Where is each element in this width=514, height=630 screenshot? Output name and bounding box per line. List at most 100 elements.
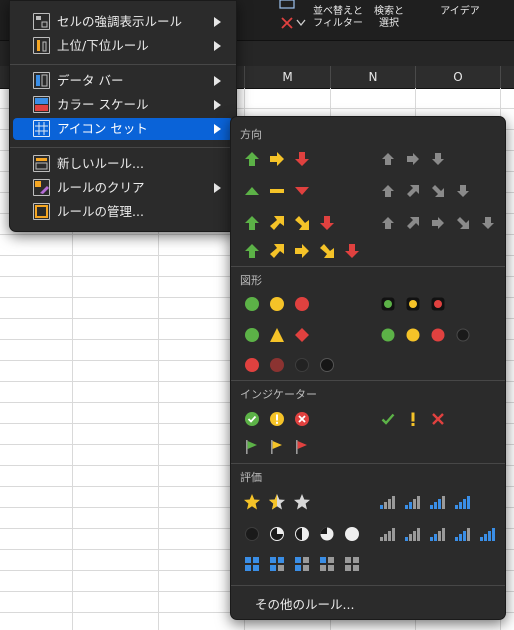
menu-item-label: データ バー xyxy=(57,73,124,88)
arrow-down-gray-icon xyxy=(479,214,497,232)
circle-red-icon xyxy=(243,356,261,374)
boxes-1-icon xyxy=(318,555,336,573)
menu-item-highlight-cells-rules[interactable]: セルの強調表示ルール xyxy=(13,11,233,33)
icon-set-5-boxes[interactable] xyxy=(243,554,368,574)
conditional-formatting-menu: セルの強調表示ルール 上位/下位ルール データ バー カラー スケール アイコン… xyxy=(9,0,237,232)
menu-item-label: アイコン セット xyxy=(57,121,148,136)
icon-set-5-ratings[interactable] xyxy=(379,524,504,544)
arrow-up-green-icon xyxy=(243,150,261,168)
menu-item-label: ルールのクリア xyxy=(57,180,145,195)
column-header-m[interactable]: M xyxy=(245,66,331,88)
chevron-down-icon[interactable] xyxy=(296,19,306,27)
arrow-down-right-gray-icon xyxy=(429,182,447,200)
check-circle-green-icon xyxy=(243,410,261,428)
circle-green-icon xyxy=(243,295,261,313)
icon-set-3-symbols[interactable] xyxy=(379,409,454,429)
quarter-circle-2-icon xyxy=(293,525,311,543)
column-header-n[interactable]: N xyxy=(331,66,416,88)
section-title-shapes: 図形 xyxy=(240,274,262,287)
icon-set-5-arrows-gray[interactable] xyxy=(379,213,504,233)
icon-set-3-symbols-circled[interactable] xyxy=(243,409,318,429)
arrow-down-gray-icon xyxy=(429,150,447,168)
x-red-icon xyxy=(429,410,447,428)
icon-set-3-traffic-lights[interactable] xyxy=(243,294,318,314)
arrow-down-right-yellow-icon xyxy=(318,242,336,260)
menu-item-data-bars[interactable]: データ バー xyxy=(13,70,233,92)
menu-item-label: 新しいルール... xyxy=(57,156,144,171)
icon-set-3-stars[interactable] xyxy=(243,492,318,512)
icon-set-3-traffic-lights-rimmed[interactable] xyxy=(379,294,454,314)
circle-green-icon xyxy=(379,326,397,344)
highlight-cells-icon xyxy=(33,13,50,30)
exclamation-circle-yellow-icon xyxy=(268,410,286,428)
arrow-down-right-gray-icon xyxy=(454,214,472,232)
menu-item-color-scales[interactable]: カラー スケール xyxy=(13,94,233,116)
triangle-up-green-icon xyxy=(243,182,261,200)
arrow-up-green-icon xyxy=(243,242,261,260)
sort-filter-icon[interactable] xyxy=(278,0,298,10)
arrow-up-gray-icon xyxy=(379,150,397,168)
quarter-circle-0-icon xyxy=(243,525,261,543)
icon-set-4-traffic-lights[interactable] xyxy=(379,325,479,345)
triangle-down-red-icon xyxy=(293,182,311,200)
icon-set-3-arrows-gray[interactable] xyxy=(379,149,454,169)
checkmark-green-icon xyxy=(379,410,397,428)
icon-set-5-quarters[interactable] xyxy=(243,524,368,544)
arrow-right-gray-icon xyxy=(404,150,422,168)
signal-bars-3-icon xyxy=(429,493,447,511)
icon-set-3-signs[interactable] xyxy=(243,325,318,345)
flag-red-icon xyxy=(293,438,311,456)
section-separator xyxy=(231,380,505,381)
icon-set-5-arrows-colored[interactable] xyxy=(243,241,368,261)
circle-dark-gray-icon xyxy=(293,356,311,374)
diamond-red-icon xyxy=(293,326,311,344)
top-bottom-icon xyxy=(33,37,50,54)
submenu-arrow-icon xyxy=(214,100,221,110)
icon-set-4-red-to-black[interactable] xyxy=(243,355,343,375)
section-title-ratings: 評価 xyxy=(240,471,262,484)
circle-black-icon xyxy=(454,326,472,344)
arrow-up-right-gray-icon xyxy=(404,182,422,200)
find-select-label[interactable]: 検索と 選択 xyxy=(370,6,408,30)
section-title-directional: 方向 xyxy=(240,128,262,141)
menu-item-label: ルールの管理... xyxy=(57,204,144,219)
menu-item-label: カラー スケール xyxy=(57,97,149,112)
section-separator xyxy=(231,585,505,586)
column-header-o[interactable]: O xyxy=(416,66,501,88)
submenu-arrow-icon xyxy=(214,41,221,51)
menu-item-clear-rules[interactable]: ルールのクリア xyxy=(13,177,233,199)
section-separator xyxy=(231,266,505,267)
menu-item-icon-sets[interactable]: アイコン セット xyxy=(13,118,233,140)
dash-yellow-icon xyxy=(268,182,286,200)
signal-bars-2-icon xyxy=(404,493,422,511)
icon-set-3-arrows-colored[interactable] xyxy=(243,149,318,169)
signal-bars-0-icon xyxy=(379,525,397,543)
more-rules-button[interactable]: その他のルール... xyxy=(255,594,354,613)
ideas-label[interactable]: アイデア xyxy=(436,6,484,18)
star-half-icon xyxy=(268,493,286,511)
menu-item-new-rule[interactable]: 新しいルール... xyxy=(13,153,233,175)
arrow-up-right-gray-icon xyxy=(404,214,422,232)
rimmed-green-light-icon xyxy=(379,295,397,313)
menu-item-top-bottom-rules[interactable]: 上位/下位ルール xyxy=(13,35,233,57)
boxes-2-icon xyxy=(293,555,311,573)
menu-item-manage-rules[interactable]: ルールの管理... xyxy=(13,201,233,223)
menu-separator xyxy=(10,147,236,148)
icon-set-4-ratings[interactable] xyxy=(379,492,479,512)
submenu-arrow-icon xyxy=(214,183,221,193)
circle-red-icon xyxy=(429,326,447,344)
icon-set-4-arrows-gray[interactable] xyxy=(379,181,479,201)
arrow-down-red-icon xyxy=(318,214,336,232)
circle-red-icon xyxy=(293,295,311,313)
icon-set-3-triangles[interactable] xyxy=(243,181,318,201)
manage-rules-icon xyxy=(33,203,50,220)
clear-icon[interactable] xyxy=(280,16,294,30)
icon-set-3-flags[interactable] xyxy=(243,437,318,457)
arrow-down-red-icon xyxy=(293,150,311,168)
submenu-arrow-icon xyxy=(214,17,221,27)
circle-black-icon xyxy=(318,356,336,374)
sort-filter-label[interactable]: 並べ替えと フィルター xyxy=(310,6,366,30)
icon-sets-icon xyxy=(33,120,50,137)
icon-set-4-arrows-colored[interactable] xyxy=(243,213,343,233)
arrow-right-yellow-icon xyxy=(268,150,286,168)
